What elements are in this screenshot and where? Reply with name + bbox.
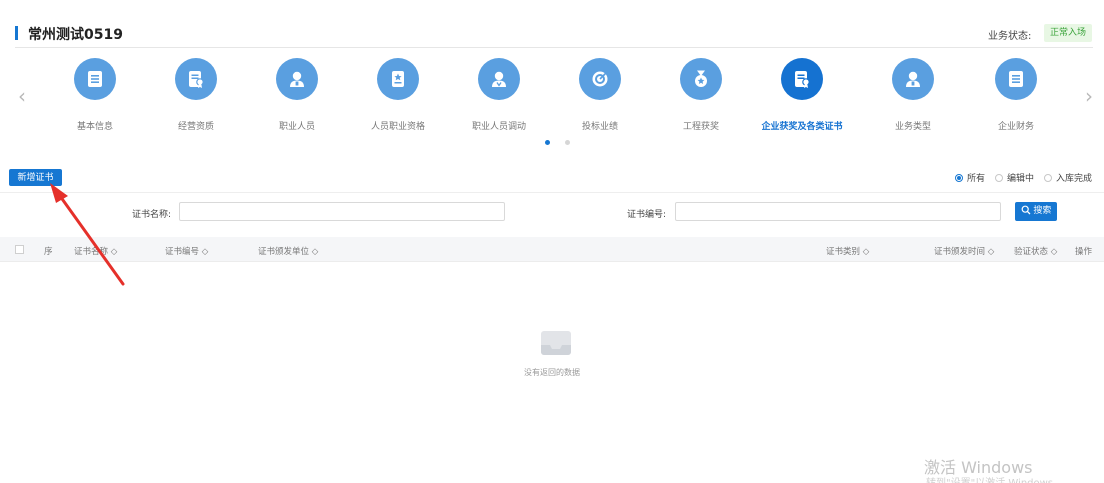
add-certificate-button[interactable]: 新增证书 — [9, 169, 62, 186]
search-icon — [1021, 205, 1031, 215]
page-title: 常州测试0519 — [28, 27, 123, 43]
page-root: 常州测试0519 业务状态: 正常入场 ‹ › 基本信息 经营资质 职业人员 人… — [0, 0, 1104, 483]
column-header-certificate-category[interactable]: 证书类别 ◇ — [826, 245, 869, 257]
carousel-dot-1[interactable] — [545, 140, 550, 145]
person-icon — [892, 58, 934, 100]
column-header-issuing-authority[interactable]: 证书颁发单位 ◇ — [258, 245, 318, 257]
certificate-doc-icon — [781, 58, 823, 100]
category-label: 企业获奖及各类证书 — [761, 122, 843, 132]
status-label: 业务状态: — [988, 31, 1032, 42]
list-doc-icon — [995, 58, 1037, 100]
list-doc-icon — [74, 58, 116, 100]
page-header: 常州测试0519 业务状态: 正常入场 — [0, 0, 1104, 48]
certificate-number-label: 证书编号: — [627, 210, 667, 220]
certificate-number-input[interactable] — [675, 202, 1001, 221]
column-header-certificate-number[interactable]: 证书编号 ◇ — [165, 245, 208, 257]
certificate-doc-icon — [175, 58, 217, 100]
filter-editing-radio[interactable] — [994, 173, 1003, 182]
title-accent-bar — [15, 26, 18, 40]
category-business-qualification[interactable]: 经营资质 — [151, 58, 241, 134]
carousel-dot-2[interactable] — [565, 140, 570, 145]
empty-state-text: 没有返回的数据 — [524, 368, 580, 377]
star-doc-icon — [377, 58, 419, 100]
certificate-name-label: 证书名称: — [132, 210, 172, 220]
filter-completed-radio[interactable] — [1043, 173, 1052, 182]
category-label: 经营资质 — [177, 122, 214, 132]
column-header-certificate-name[interactable]: 证书名称 ◇ — [74, 245, 117, 257]
filter-all-label: 所有 — [966, 174, 985, 184]
category-project-awards[interactable]: 工程获奖 — [656, 58, 746, 134]
category-label: 人员职业资格 — [370, 122, 425, 132]
filter-all-radio[interactable] — [954, 173, 963, 182]
category-staff-qualification[interactable]: 人员职业资格 — [353, 58, 443, 134]
filter-editing-label: 编辑中 — [1006, 174, 1034, 184]
person-icon — [276, 58, 318, 100]
header-divider — [15, 47, 1093, 48]
search-button[interactable]: 搜索 — [1015, 202, 1057, 221]
category-business-type[interactable]: 业务类型 — [868, 58, 958, 134]
category-professional-staff[interactable]: 职业人员 — [252, 58, 342, 134]
status-filter-group: 所有 编辑中 入库完成 — [954, 171, 1092, 184]
category-enterprise-certificates[interactable]: 企业获奖及各类证书 — [757, 58, 847, 134]
category-label: 基本信息 — [76, 122, 113, 132]
table-header: 序 证书名称 ◇ 证书编号 ◇ 证书颁发单位 ◇ 证书类别 ◇ 证书颁发时间 ◇… — [0, 237, 1104, 262]
category-label: 工程获奖 — [682, 122, 719, 132]
target-icon — [579, 58, 621, 100]
category-staff-transfer[interactable]: 职业人员调动 — [454, 58, 544, 134]
category-bid-performance[interactable]: 投标业绩 — [555, 58, 645, 134]
windows-activation-hint: 转到"设置"以激活 Windows — [926, 474, 1053, 483]
category-label: 企业财务 — [997, 122, 1034, 132]
medal-icon — [680, 58, 722, 100]
column-header-verification-status[interactable]: 验证状态 ◇ — [1014, 245, 1057, 257]
category-basic-info[interactable]: 基本信息 — [50, 58, 140, 134]
category-label: 职业人员 — [278, 122, 315, 132]
column-header-issue-date[interactable]: 证书颁发时间 ◇ — [934, 245, 994, 257]
empty-inbox-icon — [541, 331, 571, 355]
category-label: 投标业绩 — [581, 122, 618, 132]
carousel-next-button[interactable]: › — [1085, 86, 1093, 106]
search-button-label: 搜索 — [1033, 206, 1052, 216]
status-badge: 正常入场 — [1044, 24, 1093, 42]
column-header-index: 序 — [44, 247, 53, 257]
column-header-actions: 操作 — [1075, 247, 1093, 257]
toolbar-divider — [0, 192, 1104, 193]
category-enterprise-finance[interactable]: 企业财务 — [971, 58, 1061, 134]
select-all-checkbox[interactable] — [15, 245, 24, 254]
category-label: 职业人员调动 — [471, 122, 526, 132]
person-transfer-icon — [478, 58, 520, 100]
certificate-name-input[interactable] — [179, 202, 505, 221]
category-label: 业务类型 — [894, 122, 931, 132]
filter-completed-label: 入库完成 — [1055, 174, 1092, 184]
carousel-prev-button[interactable]: ‹ — [18, 86, 26, 106]
